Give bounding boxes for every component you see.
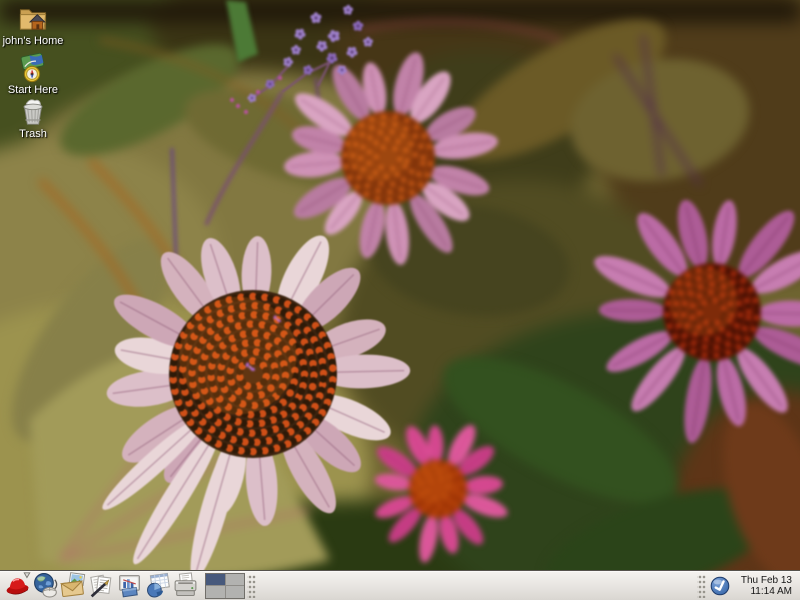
web-browser-button[interactable]	[31, 572, 59, 600]
main-menu-button[interactable]	[3, 572, 31, 600]
email-button[interactable]	[59, 572, 87, 600]
workspace-cell-4[interactable]	[226, 586, 245, 598]
documents-pen-icon	[88, 572, 115, 599]
desktop-wallpaper	[0, 0, 800, 600]
printer-button[interactable]	[171, 572, 199, 600]
desktop-icon-start-here[interactable]: Start Here	[1, 53, 65, 96]
envelope-photo-icon	[60, 572, 87, 599]
clock-time: 11:14 AM	[736, 586, 792, 597]
desktop-icon-label: Trash	[19, 128, 47, 140]
spreadsheet-button[interactable]	[143, 572, 171, 600]
workspace-switcher[interactable]	[205, 573, 245, 599]
printer-icon	[172, 572, 199, 599]
monitor-chart-icon	[116, 572, 143, 599]
red-hat-icon	[4, 572, 31, 599]
panel-drag-handle-left[interactable]	[247, 574, 256, 598]
update-check-icon	[709, 575, 731, 597]
workspace-cell-3[interactable]	[206, 586, 225, 598]
panel-drag-handle-right[interactable]	[697, 574, 706, 598]
pie-chart-sheet-icon	[144, 572, 171, 599]
desktop-icon-label: john's Home	[3, 35, 64, 47]
word-processor-button[interactable]	[87, 572, 115, 600]
start-here-compass-icon	[17, 53, 49, 83]
bottom-panel: Thu Feb 13 11:14 AM	[0, 570, 800, 600]
globe-mouse-icon	[32, 572, 59, 599]
workspace-cell-1[interactable]	[206, 574, 225, 586]
presentation-button[interactable]	[115, 572, 143, 600]
desktop-icon-trash[interactable]: Trash	[1, 97, 65, 140]
clock-date: Thu Feb 13	[736, 575, 792, 586]
home-folder-icon	[15, 3, 51, 34]
workspace-cell-2[interactable]	[226, 574, 245, 586]
trash-can-icon	[18, 97, 48, 127]
desktop-icon-label: Start Here	[8, 84, 58, 96]
desktop-icon-home[interactable]: john's Home	[1, 3, 65, 47]
update-notification-icon[interactable]	[708, 574, 732, 598]
clock[interactable]: Thu Feb 13 11:14 AM	[732, 575, 797, 597]
